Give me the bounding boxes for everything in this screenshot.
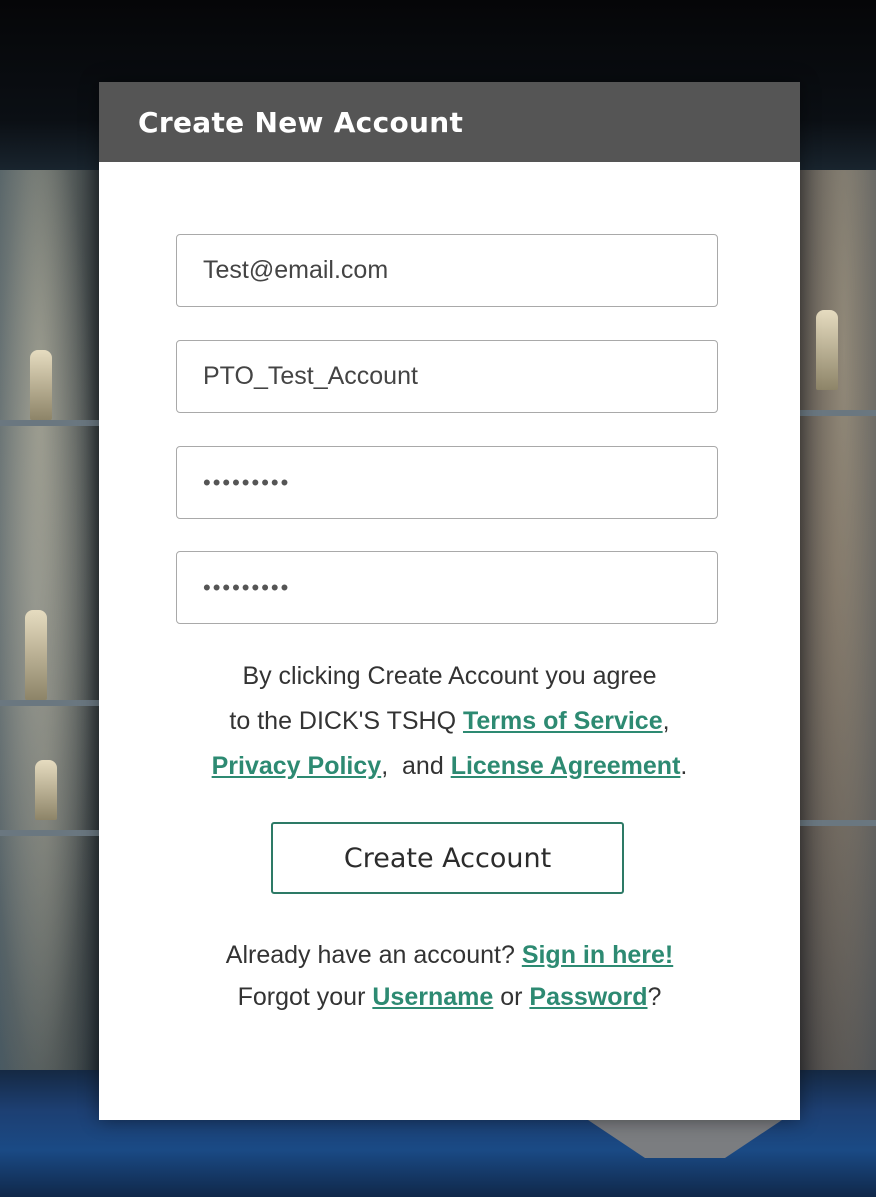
privacy-policy-link[interactable]: Privacy Policy <box>212 752 382 780</box>
email-input[interactable] <box>176 234 718 307</box>
license-agreement-link[interactable]: License Agreement <box>451 752 681 780</box>
already-have-account-text: Already have an account? <box>225 941 522 969</box>
forgot-password-link[interactable]: Password <box>529 983 647 1011</box>
forgot-prefix-text: Forgot your <box>237 983 373 1011</box>
account-help-text: Already have an account? Sign in here! F… <box>99 934 800 1018</box>
or-text: or <box>493 983 530 1011</box>
forgot-line: Forgot your Username or Password? <box>99 976 800 1018</box>
agreement-line-1: By clicking Create Account you agree <box>242 662 657 690</box>
agreement-line-3: Privacy Policy, and License Agreement. <box>99 744 800 789</box>
shelf <box>0 830 100 836</box>
password-input[interactable] <box>176 446 718 519</box>
trophy-image <box>35 760 57 820</box>
card-header: Create New Account <box>99 82 800 162</box>
username-input[interactable] <box>176 340 718 413</box>
shelf <box>0 420 100 426</box>
question-mark: ? <box>647 983 662 1011</box>
terms-of-service-link[interactable]: Terms of Service <box>463 707 663 735</box>
confirm-password-input[interactable] <box>176 551 718 624</box>
shelf <box>796 820 876 826</box>
agreement-line-2: to the DICK'S TSHQ Terms of Service, <box>99 699 800 744</box>
shelf <box>796 410 876 416</box>
agreement-text: By clicking Create Account you agree to … <box>99 654 800 789</box>
sign-in-link[interactable]: Sign in here! <box>522 941 673 969</box>
banner-pennant <box>585 1118 785 1158</box>
trophy-case-left <box>0 170 100 1070</box>
trophy-image <box>30 350 52 420</box>
trophy-image <box>25 610 47 700</box>
agreement-prefix: to the DICK'S TSHQ <box>229 707 463 735</box>
agreement-period: . <box>680 752 688 780</box>
create-account-button[interactable]: Create Account <box>271 822 624 894</box>
agreement-and: , and <box>381 752 451 780</box>
page-title: Create New Account <box>138 105 464 139</box>
sign-in-line: Already have an account? Sign in here! <box>99 934 800 976</box>
trophy-image <box>816 310 838 390</box>
shelf <box>0 700 100 706</box>
create-account-card: Create New Account By clicking Create Ac… <box>99 82 800 1120</box>
agreement-comma: , <box>662 707 670 735</box>
forgot-username-link[interactable]: Username <box>372 983 493 1011</box>
trophy-case-right <box>796 170 876 1070</box>
